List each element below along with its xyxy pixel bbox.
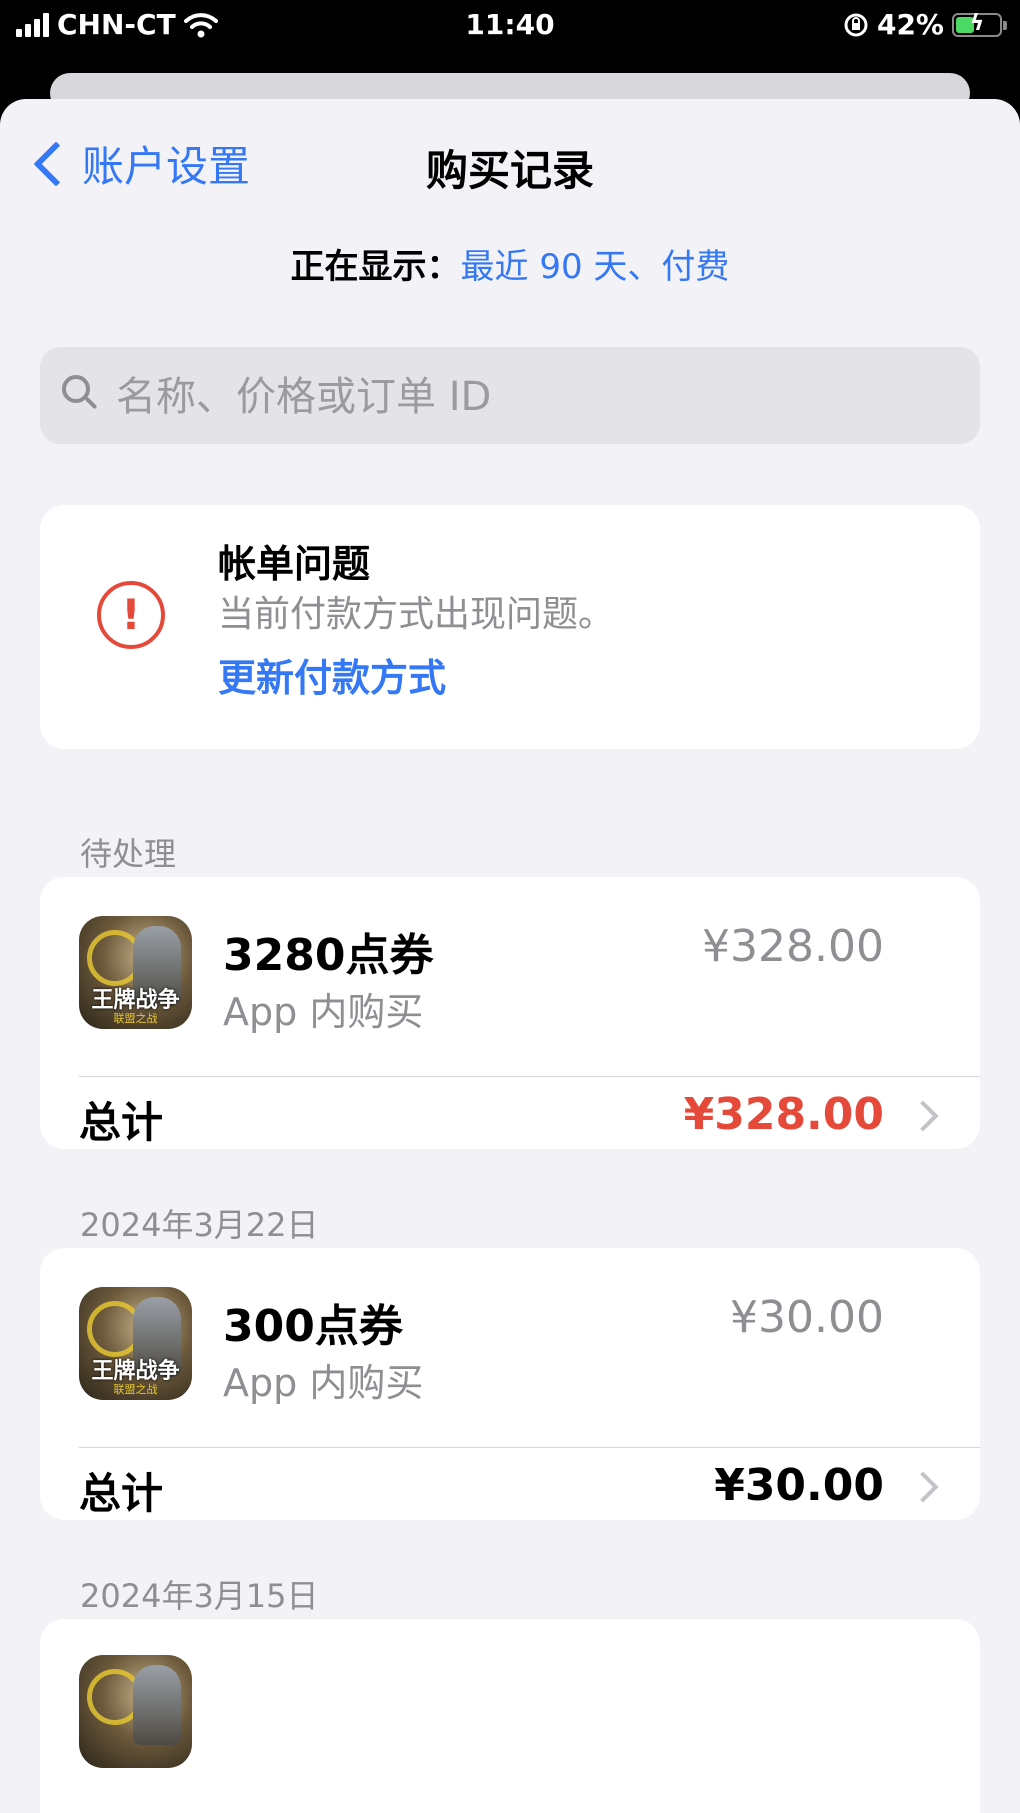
chevron-right-icon (907, 1471, 939, 1503)
divider (79, 1447, 980, 1448)
section-header-date: 2024年3月22日 (80, 1206, 319, 1244)
filter-label: 正在显示： (290, 247, 461, 287)
status-right: 42% ϟ (843, 8, 1007, 41)
purchase-card[interactable] (40, 1619, 980, 1813)
app-icon (79, 1655, 192, 1768)
battery-percent: 42% (876, 8, 944, 41)
item-price: ¥328.00 (702, 921, 884, 972)
section-header-pending: 待处理 (80, 835, 177, 873)
search-input[interactable] (114, 347, 958, 446)
status-bar: CHN-CT 11:40 42% ϟ (0, 0, 1020, 52)
search-icon (62, 375, 90, 403)
section-header-date: 2024年3月15日 (80, 1577, 319, 1615)
divider (79, 1076, 980, 1077)
total-label: 总计 (79, 1098, 164, 1147)
update-payment-link[interactable]: 更新付款方式 (218, 647, 446, 702)
filter-summary: 正在显示：最近 90 天、付费 (0, 239, 1020, 288)
page-title: 购买记录 (425, 146, 594, 195)
total-value: ¥328.00 (683, 1089, 884, 1140)
alert-description: 当前付款方式出现问题。 (218, 594, 615, 635)
orientation-lock-icon (844, 13, 868, 36)
item-name: 3280点券 (223, 930, 434, 981)
filter-value-link[interactable]: 最近 90 天、付费 (461, 247, 730, 287)
total-value: ¥30.00 (714, 1460, 884, 1511)
app-icon: 王牌战争 联盟之战 (79, 916, 192, 1029)
item-type: App 内购买 (223, 990, 424, 1034)
app-logo-subtext: 联盟之战 (113, 1012, 158, 1025)
purchase-history-sheet: 账户设置 购买记录 正在显示：最近 90 天、付费 ! 帐单问题 当前付款方式出… (0, 99, 1020, 1813)
item-name: 300点券 (223, 1301, 403, 1352)
alert-title: 帐单问题 (218, 542, 371, 586)
chevron-right-icon (907, 1100, 939, 1132)
app-icon: 王牌战争 联盟之战 (79, 1287, 192, 1400)
billing-alert-card: ! 帐单问题 当前付款方式出现问题。 更新付款方式 (40, 505, 980, 749)
purchase-card[interactable]: 王牌战争 联盟之战 3280点券 App 内购买 ¥328.00 总计 ¥328… (40, 877, 980, 1149)
total-label: 总计 (79, 1469, 164, 1518)
item-price: ¥30.00 (730, 1292, 884, 1343)
app-logo-subtext: 联盟之战 (113, 1383, 158, 1396)
search-field[interactable] (40, 347, 980, 446)
battery-icon: ϟ (952, 11, 1007, 37)
exclamation-circle-icon: ! (97, 581, 165, 649)
purchase-card[interactable]: 王牌战争 联盟之战 300点券 App 内购买 ¥30.00 总计 ¥30.00 (40, 1248, 980, 1520)
item-type: App 内购买 (223, 1361, 424, 1405)
